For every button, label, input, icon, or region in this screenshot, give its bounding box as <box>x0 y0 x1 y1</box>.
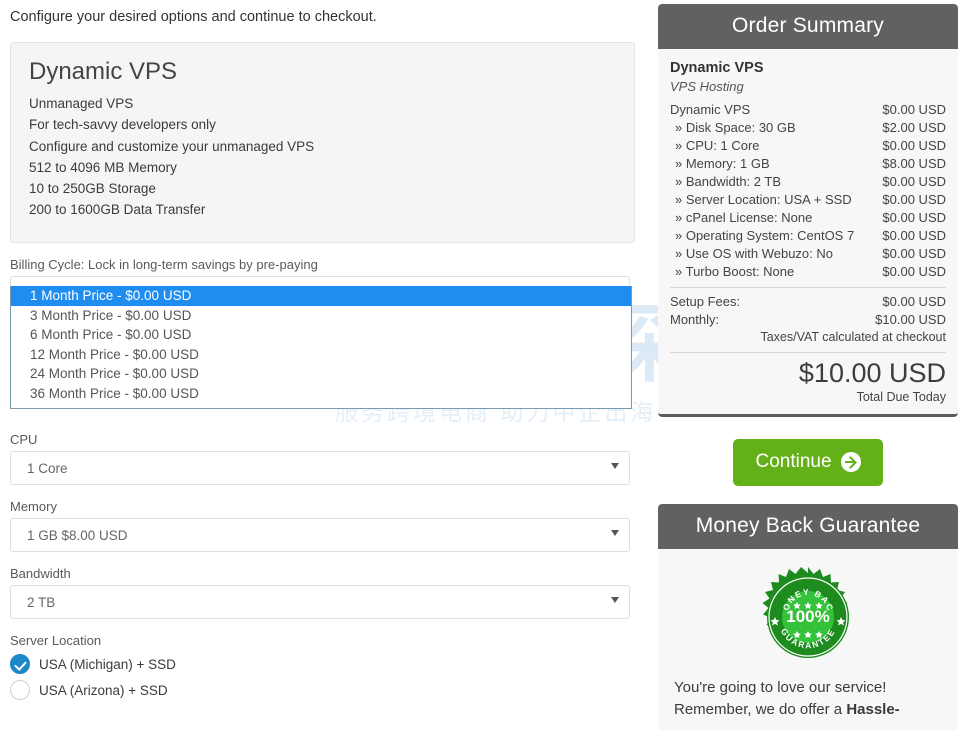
money-back-guarantee-seal-icon: MONEY BACK 100% <box>762 566 849 658</box>
sidebar: Order Summary Dynamic VPS VPS Hosting Dy… <box>658 4 958 730</box>
order-line-label: » Server Location: USA + SSD <box>675 191 852 207</box>
continue-button-label: Continue <box>755 450 832 472</box>
cpu-select[interactable]: 1 Core <box>10 451 630 486</box>
bandwidth-value[interactable]: 2 TB <box>10 585 630 620</box>
radio-checked-icon[interactable] <box>10 654 30 675</box>
chevron-down-icon <box>611 597 619 604</box>
product-feature: 200 to 1600GB Data Transfer <box>29 202 206 218</box>
order-line-amount: $8.00 USD <box>882 155 946 171</box>
dropdown-option[interactable]: 3 Month Price - $0.00 USD <box>11 306 631 326</box>
order-line-item: » Bandwidth: 2 TB $0.00 USD <box>670 173 946 191</box>
setup-fees-amount: $0.00 USD <box>882 293 946 309</box>
order-line-label: » Use OS with Webuzo: No <box>675 245 833 261</box>
divider <box>670 351 946 353</box>
order-line-amount: $0.00 USD <box>882 227 946 243</box>
order-line-label: » CPU: 1 Core <box>675 137 760 153</box>
memory-select[interactable]: 1 GB $8.00 USD <box>10 518 630 553</box>
order-line-amount: $0.00 USD <box>882 137 946 153</box>
order-line-amount: $0.00 USD <box>882 263 946 279</box>
money-back-text: You're going to love our service! Rememb… <box>672 677 944 722</box>
bandwidth-select[interactable]: 2 TB <box>10 585 630 620</box>
product-feature: 512 to 4096 MB Memory <box>29 159 177 175</box>
order-line-item: » Operating System: CentOS 7 $0.00 USD <box>670 227 946 245</box>
total-caption: Total Due Today <box>856 389 946 404</box>
radio-unchecked-icon[interactable] <box>10 680 30 701</box>
server-location-option-arizona[interactable]: USA (Arizona) + SSD <box>10 680 645 701</box>
dropdown-option[interactable]: 24 Month Price - $0.00 USD <box>11 364 631 384</box>
order-line-item: Dynamic VPS $0.00 USD <box>670 101 946 119</box>
continue-button-wrap: Continue <box>658 438 958 486</box>
divider <box>670 286 946 288</box>
dropdown-option[interactable]: 1 Month Price - $0.00 USD <box>11 286 631 306</box>
order-summary-header: Order Summary <box>658 4 958 49</box>
money-back-line2-bold: Hassle- <box>846 701 900 719</box>
order-line-amount: $0.00 USD <box>882 101 946 117</box>
chevron-down-icon <box>611 463 619 470</box>
dropdown-option[interactable]: 12 Month Price - $0.00 USD <box>11 345 631 365</box>
money-back-guarantee-panel: Money Back Guarantee MONEY BACK <box>658 503 958 730</box>
order-product-name: Dynamic VPS <box>670 60 764 76</box>
dropdown-option[interactable]: 36 Month Price - $0.00 USD <box>11 384 631 404</box>
checkout-configure-page: 主机侦探 服务跨境电商 助力中企出海 Configure your desire… <box>0 0 966 736</box>
order-line-label: » Operating System: CentOS 7 <box>675 227 855 243</box>
product-feature: Configure and customize your unmanaged V… <box>29 138 315 154</box>
order-line-amount: $0.00 USD <box>882 191 946 207</box>
tax-note: Taxes/VAT calculated at checkout <box>760 329 946 344</box>
product-feature: 10 to 250GB Storage <box>29 181 156 197</box>
setup-fees-label: Setup Fees: <box>670 293 741 309</box>
order-line-label: » Disk Space: 30 GB <box>675 119 796 135</box>
setup-fees-row: Setup Fees: $0.00 USD <box>670 293 946 311</box>
order-line-label: » cPanel License: None <box>675 209 813 225</box>
monthly-amount: $10.00 USD <box>875 311 946 327</box>
product-title: Dynamic VPS <box>29 58 178 86</box>
order-line-label: » Turbo Boost: None <box>675 263 795 279</box>
memory-value[interactable]: 1 GB $8.00 USD <box>10 518 630 553</box>
order-line-label: » Memory: 1 GB <box>675 155 770 171</box>
order-line-amount: $2.00 USD <box>882 119 946 135</box>
server-location-option-michigan[interactable]: USA (Michigan) + SSD <box>10 654 645 675</box>
order-line-item: » Use OS with Webuzo: No $0.00 USD <box>670 245 946 263</box>
order-line-label: » Bandwidth: 2 TB <box>675 173 781 189</box>
order-line-item: » Disk Space: 30 GB $2.00 USD <box>670 119 946 137</box>
order-product-group: VPS Hosting <box>670 78 744 94</box>
product-feature: Unmanaged VPS <box>29 96 134 112</box>
product-feature: For tech-savvy developers only <box>29 117 216 133</box>
dropdown-option[interactable]: 6 Month Price - $0.00 USD <box>11 325 631 345</box>
money-back-header: Money Back Guarantee <box>658 503 958 549</box>
bandwidth-label: Bandwidth <box>10 566 71 582</box>
cpu-label: CPU <box>10 432 38 448</box>
order-line-amount: $0.00 USD <box>882 173 946 189</box>
continue-button[interactable]: Continue <box>733 438 883 486</box>
money-back-body: MONEY BACK 100% <box>658 548 958 730</box>
server-location-label: Server Location <box>10 633 102 649</box>
order-line-amount: $0.00 USD <box>882 245 946 261</box>
chevron-down-icon <box>611 530 619 537</box>
order-line-item: » Memory: 1 GB $8.00 USD <box>670 155 946 173</box>
order-line-item: » Server Location: USA + SSD $0.00 USD <box>670 191 946 209</box>
cpu-value[interactable]: 1 Core <box>10 451 630 486</box>
monthly-row: Monthly: $10.00 USD <box>670 311 946 329</box>
money-back-line2-prefix: Remember, we do offer a <box>674 701 847 719</box>
order-line-item: » Turbo Boost: None $0.00 USD <box>670 263 946 281</box>
svg-text:100%: 100% <box>786 607 829 626</box>
order-line-amount: $0.00 USD <box>882 209 946 225</box>
order-summary-panel: Order Summary Dynamic VPS VPS Hosting Dy… <box>658 4 958 417</box>
arrow-right-circle-icon <box>840 451 861 472</box>
intro-text: Configure your desired options and conti… <box>10 9 377 25</box>
product-summary-box: Dynamic VPS Unmanaged VPS For tech-savvy… <box>10 42 635 244</box>
money-back-line1: You're going to love our service! <box>674 678 887 696</box>
billing-cycle-dropdown-list[interactable]: 1 Month Price - $0.00 USD 3 Month Price … <box>10 286 632 409</box>
server-location-option-label: USA (Arizona) + SSD <box>39 682 168 698</box>
order-line-label: Dynamic VPS <box>670 101 751 117</box>
total-amount: $10.00 USD <box>798 357 946 388</box>
order-line-item: » cPanel License: None $0.00 USD <box>670 209 946 227</box>
billing-cycle-label: Billing Cycle: Lock in long-term savings… <box>10 257 318 273</box>
server-location-option-label: USA (Michigan) + SSD <box>39 656 176 672</box>
order-line-item: » CPU: 1 Core $0.00 USD <box>670 137 946 155</box>
order-summary-body: Dynamic VPS VPS Hosting Dynamic VPS $0.0… <box>658 49 958 417</box>
monthly-label: Monthly: <box>670 311 720 327</box>
memory-label: Memory <box>10 499 57 515</box>
